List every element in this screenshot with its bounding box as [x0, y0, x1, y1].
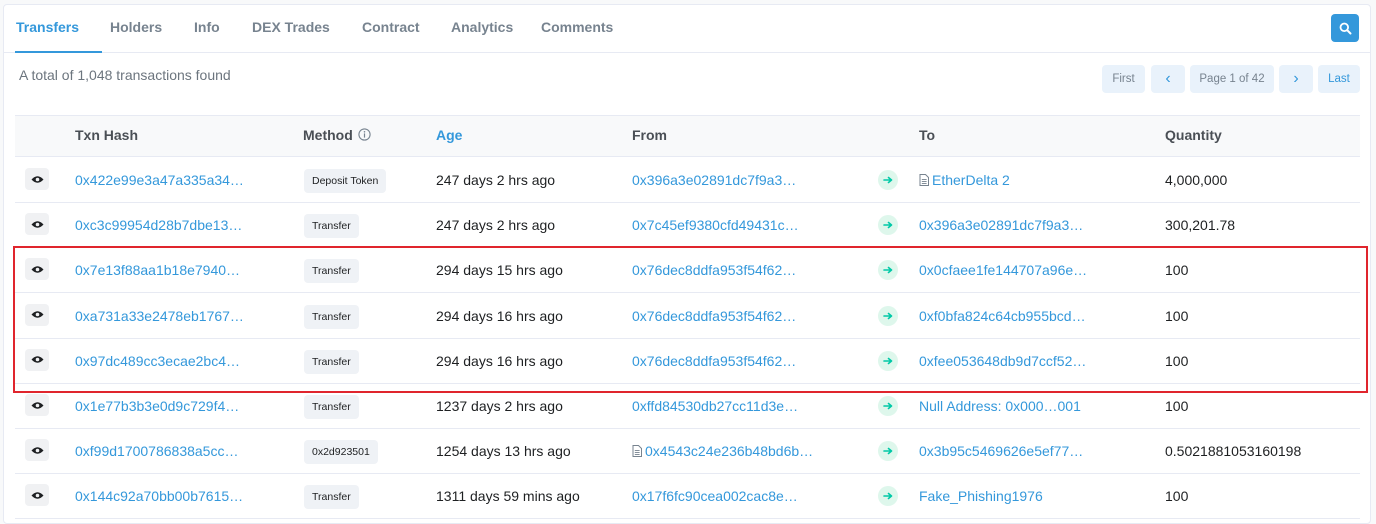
pagination-prev-button[interactable]: ‹	[1151, 65, 1185, 93]
table-row: 0xf99d1700786838a5cc… 0x2d923501 1254 days…	[15, 429, 1360, 475]
view-details-button[interactable]	[25, 439, 49, 462]
from-address-text: 0x17f6fc90cea002cac8e…	[632, 488, 798, 505]
tab-dex-trades[interactable]: DEX Trades	[252, 5, 330, 53]
eye-icon	[31, 220, 43, 228]
to-address-text: 0x396a3e02891dc7f9a3…	[919, 217, 1084, 234]
column-age[interactable]: Age	[436, 116, 462, 154]
search-button[interactable]	[1331, 14, 1359, 42]
age-value: 247 days 2 hrs ago	[436, 172, 556, 188]
token-transfers-card: Transfers Holders Info DEX Trades Contra…	[3, 4, 1371, 524]
column-from: From	[632, 127, 667, 143]
view-details-button[interactable]	[25, 394, 49, 416]
txn-hash-link[interactable]: 0xf99d1700786838a5cc…	[75, 429, 238, 473]
to-address-link[interactable]: EtherDelta 2	[919, 158, 1010, 202]
to-address-link[interactable]: 0x3b95c5469626e5ef77…	[919, 429, 1083, 473]
search-icon	[1339, 22, 1351, 34]
to-address-link[interactable]: Fake_Phishing1976	[919, 474, 1043, 518]
tab-transfers[interactable]: Transfers	[15, 5, 102, 53]
eye-icon	[31, 446, 43, 454]
from-address-text: 0xffd84530db27cc11d3e…	[632, 398, 799, 414]
tab-bar: Transfers Holders Info DEX Trades Contra…	[4, 5, 1370, 53]
column-to: To	[919, 127, 936, 143]
tab-info[interactable]: Info	[194, 5, 220, 53]
quantity-value: 0.5021881053160198	[1165, 443, 1302, 460]
view-details-button[interactable]	[25, 168, 49, 190]
to-address-text: EtherDelta 2	[932, 172, 1010, 188]
method-badge: Transfer	[304, 214, 359, 239]
method-badge: 0x2d923501	[304, 440, 378, 465]
pagination-first[interactable]: First	[1102, 65, 1145, 93]
from-address-link[interactable]: 0x17f6fc90cea002cac8e…	[632, 474, 798, 518]
pagination-next-button[interactable]: ›	[1279, 65, 1313, 93]
highlight-box	[13, 246, 1368, 393]
contract-doc-icon	[632, 445, 642, 458]
tab-holders[interactable]: Holders	[110, 5, 162, 53]
tab-analytics[interactable]: Analytics	[451, 5, 513, 53]
view-details-button[interactable]	[25, 213, 49, 236]
to-address-text: Null Address: 0x000…001	[919, 398, 1081, 414]
quantity-value: 100	[1165, 488, 1189, 505]
from-address-link[interactable]: 0x4543c24e236b48bd6b…	[632, 429, 813, 473]
txn-hash-link[interactable]: 0x422e99e3a47a335a34…	[75, 158, 244, 202]
column-method: Method	[303, 116, 371, 154]
age-value: 1254 days 13 hrs ago	[436, 443, 571, 460]
from-address-text: 0x7c45ef9380cfd49431c…	[632, 217, 799, 234]
table-row: 0x144c92a70bb00b7615… Transfer 1311 days 5…	[15, 474, 1360, 520]
view-details-button[interactable]	[25, 484, 49, 507]
txn-hash-link[interactable]: 0x144c92a70bb00b7615…	[75, 474, 243, 518]
direction-arrow-icon	[878, 215, 898, 236]
age-value: 247 days 2 hrs ago	[436, 217, 556, 234]
to-address-text: 0x3b95c5469626e5ef77…	[919, 443, 1084, 460]
from-address-text: 0x396a3e02891dc7f9a3…	[632, 172, 797, 188]
pagination-page-indicator: Page 1 of 42	[1190, 65, 1274, 93]
quantity-value: 300,201.78	[1165, 217, 1236, 234]
method-badge: Deposit Token	[304, 169, 387, 193]
eye-icon	[31, 401, 43, 409]
eye-icon	[31, 492, 43, 499]
column-quantity: Quantity	[1165, 127, 1222, 143]
quantity-value: 4,000,000	[1165, 172, 1228, 188]
direction-arrow-icon	[878, 441, 898, 462]
eye-icon	[31, 175, 43, 183]
txn-hash-link[interactable]: 0xc3c99954d28b7dbe13…	[75, 203, 242, 247]
method-badge: Transfer	[304, 485, 359, 510]
transactions-summary: A total of 1,048 transactions found	[19, 67, 231, 83]
pagination-last-button[interactable]: Last	[1318, 65, 1360, 93]
table-row: 0xc3c99954d28b7dbe13… Transfer 247 days 2 …	[15, 203, 1360, 249]
contract-doc-icon	[919, 174, 929, 187]
table-header: Txn Hash Method Age From To Quantity	[15, 115, 1360, 157]
from-address-text: 0x4543c24e236b48bd6b…	[645, 443, 814, 460]
from-address-link[interactable]: 0x7c45ef9380cfd49431c…	[632, 203, 799, 247]
info-icon[interactable]	[358, 128, 371, 141]
to-address-text: Fake_Phishing1976	[919, 488, 1043, 505]
column-txn-hash: Txn Hash	[75, 127, 139, 143]
direction-arrow-icon	[878, 170, 898, 190]
table-row: 0x422e99e3a47a335a34… Deposit Token 247 da…	[15, 158, 1360, 203]
direction-arrow-icon	[878, 486, 898, 507]
method-badge: Transfer	[304, 395, 359, 419]
direction-arrow-icon	[878, 396, 898, 416]
column-method-label: Method	[303, 127, 353, 143]
tab-comments[interactable]: Comments	[541, 5, 613, 53]
to-address-link[interactable]: 0x396a3e02891dc7f9a3…	[919, 203, 1083, 247]
age-value: 1311 days 59 mins ago	[436, 488, 580, 505]
tab-contract[interactable]: Contract	[362, 5, 420, 53]
from-address-link[interactable]: 0x396a3e02891dc7f9a3…	[632, 158, 796, 202]
